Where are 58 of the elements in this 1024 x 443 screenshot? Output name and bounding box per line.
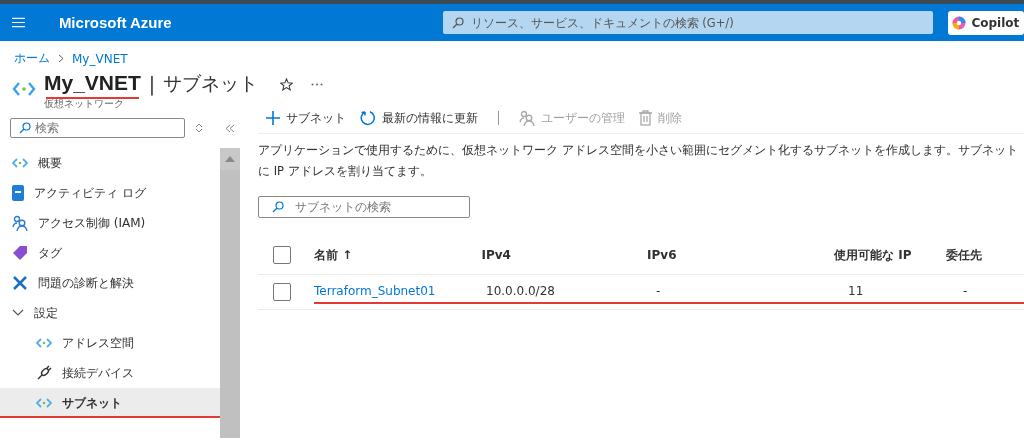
toolbar-button[interactable]: 最新の情報に更新 [360,109,478,127]
star-icon[interactable] [280,77,294,91]
sidebar-item[interactable]: 設定 [0,298,220,328]
search-field[interactable]: リソース、サービス、ドキュメントの検索 (G+/) [442,11,933,34]
copilot-button[interactable]: Copilot [947,10,1024,35]
network-icon [36,337,52,349]
plug-icon [36,365,52,381]
network-icon [12,81,36,97]
column-header: 使用可能な IP [834,246,913,264]
chevron-icon [12,309,24,317]
refresh-icon [360,110,376,126]
sidebar-item[interactable]: 概要 [0,148,220,178]
search-icon [19,122,31,134]
trash-icon [639,110,652,126]
search-field[interactable]: 検索 [10,118,185,138]
table-cell-text: - [963,284,969,298]
search-icon [272,201,284,213]
checkbox[interactable] [273,283,291,301]
sidebar-item[interactable]: 問題の診断と解決 [0,268,220,298]
column-header: IPv6 [647,248,678,262]
breadcrumb-link[interactable]: My_VNET [72,51,128,66]
plus-icon [266,111,280,125]
people-icon [12,215,28,231]
subnet-link[interactable]: Terraform_Subnet01 [314,284,486,298]
table-cell-text: - [656,284,662,298]
chevron-icon [58,54,64,63]
sidebar-item[interactable]: サブネット [0,388,220,418]
breadcrumb-link[interactable]: ホーム [14,50,50,67]
network-icon [12,157,28,169]
search-field[interactable]: サブネットの検索 [258,196,470,218]
toolbar-button[interactable]: サブネット [266,109,346,127]
sort-icon[interactable] [195,123,203,133]
column-header: 委任先 [946,246,984,264]
sidebar-item[interactable]: アクティビティ ログ [0,178,220,208]
people-icon [519,110,535,126]
document-icon [12,185,24,201]
checkbox[interactable] [273,246,291,264]
resource-name: My_VNET [44,71,141,97]
collapse-icon[interactable] [225,123,235,133]
more-icon[interactable] [311,82,324,86]
resource-type: 仮想ネットワーク [44,97,125,111]
table-cell-text: 10.0.0.0/28 [486,284,556,298]
network-icon [36,397,52,409]
page-title: サブネット [163,71,259,96]
brand-name[interactable]: Microsoft Azure [58,14,172,31]
sidebar-item[interactable]: アクセス制御 (IAM) [0,208,220,238]
search-icon [451,16,464,29]
menu-icon[interactable] [12,17,25,28]
column-header: IPv4 [481,248,512,262]
column-header[interactable]: 名前 ↑ [314,246,482,264]
sidebar-item[interactable]: アドレス空間 [0,328,220,358]
tag-icon [12,245,28,261]
title-separator: | [148,73,156,95]
table-cell-text: 11 [848,284,865,298]
sidebar-item[interactable]: 接続デバイス [0,358,220,388]
sidebar-item[interactable]: タグ [0,238,220,268]
description-text: アプリケーションで使用するために、仮想ネットワーク アドレス空間を小さい範囲にセグメント化するサブネットを作成します。サブネット に IP アドレスを割り当てます。 [258,142,1019,180]
copilot-icon [952,15,967,30]
